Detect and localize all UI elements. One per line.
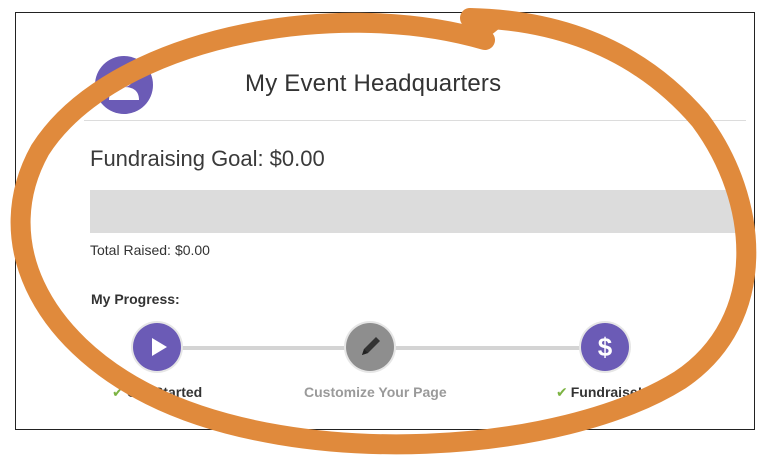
raised-amount: $0.00 (174, 242, 210, 258)
page-title: My Event Headquarters (245, 70, 502, 97)
step-label-customize: Customize Your Page (304, 384, 447, 400)
step-label-fundraise: Fundraise! (570, 384, 643, 400)
checkmark-icon: ✔ (556, 384, 568, 400)
pencil-icon[interactable] (346, 323, 394, 371)
my-progress-label: My Progress: (91, 291, 180, 307)
checkmark-icon: ✔ (112, 384, 124, 400)
goal-label: Fundraising Goal: (90, 146, 264, 171)
header-divider (84, 120, 746, 121)
step-fundraise[interactable]: ✔ Fundraise! (556, 384, 642, 401)
step-label-get-started: Get Started (126, 384, 203, 400)
step-customize-page[interactable]: Customize Your Page (304, 384, 447, 400)
raised-label: Total Raised: (90, 242, 171, 258)
play-icon[interactable] (133, 323, 181, 371)
total-raised: Total Raised: $0.00 (90, 242, 210, 258)
user-avatar-icon[interactable] (95, 56, 153, 114)
fundraising-progress-bar (90, 190, 737, 233)
dollar-icon[interactable]: $ (581, 323, 629, 371)
svg-text:$: $ (598, 332, 613, 362)
goal-amount: $0.00 (269, 146, 325, 171)
fundraising-goal: Fundraising Goal: $0.00 (90, 146, 325, 172)
step-get-started[interactable]: ✔ Get Started (112, 384, 202, 401)
